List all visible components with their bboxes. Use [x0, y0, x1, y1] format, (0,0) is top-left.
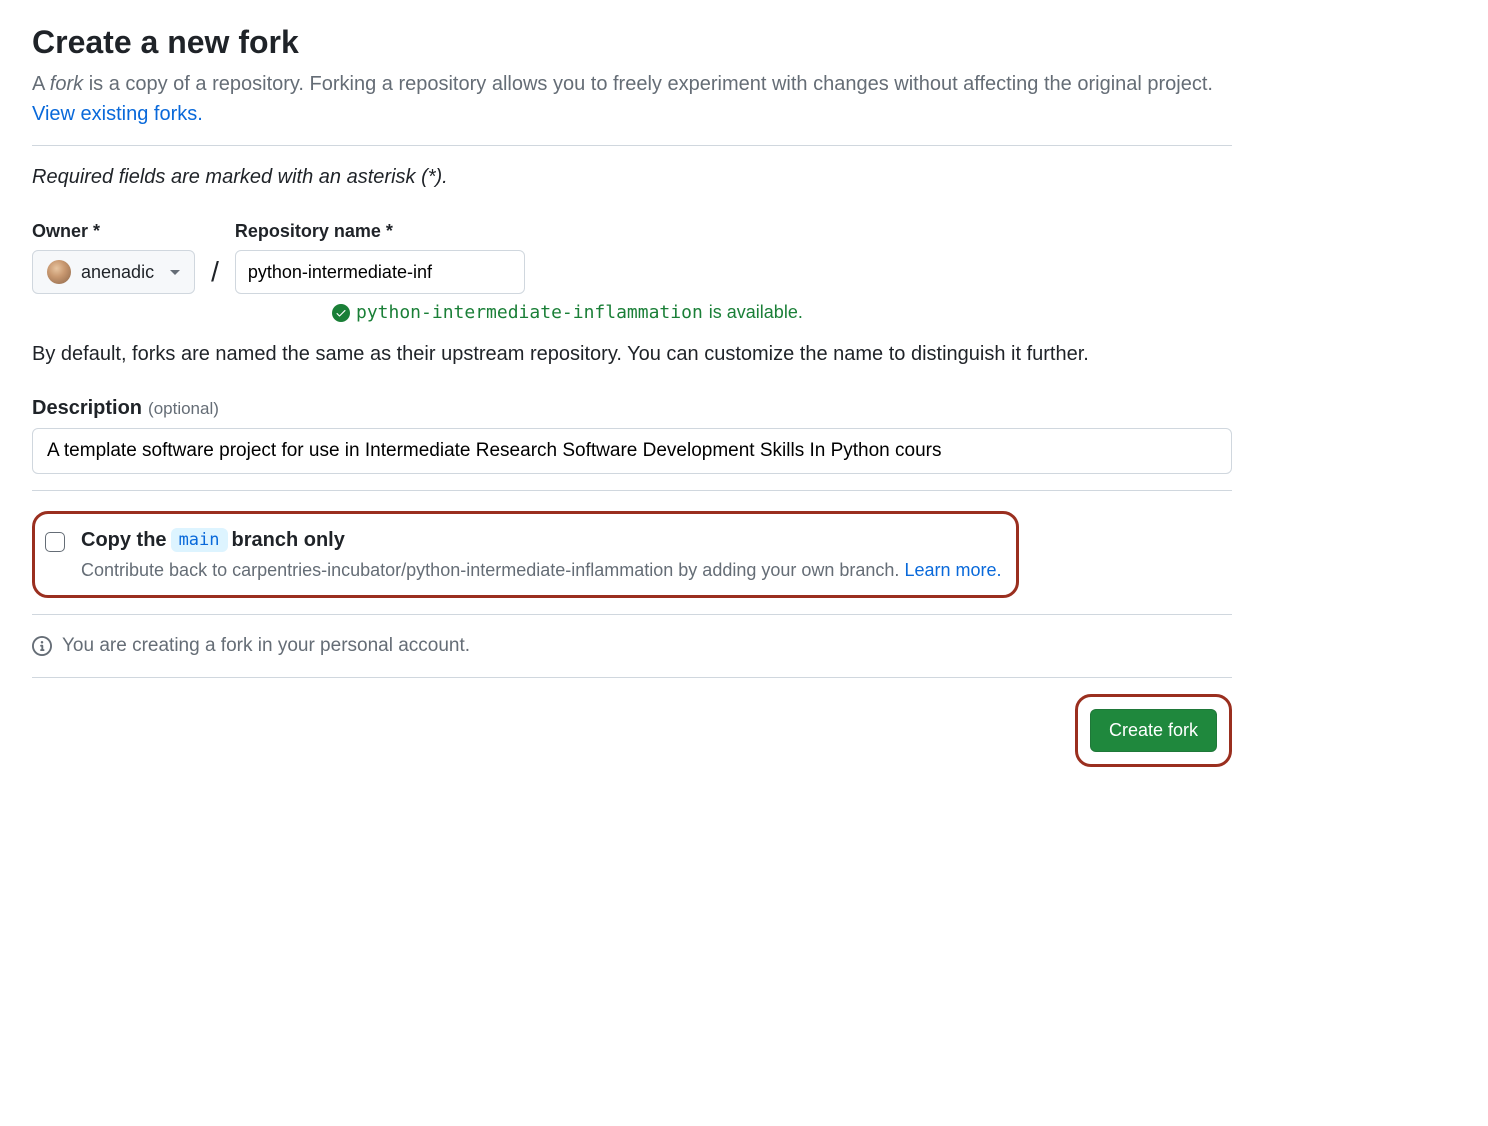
availability-repo-name: python-intermediate-inflammation — [356, 302, 703, 323]
create-fork-button[interactable]: Create fork — [1090, 709, 1217, 752]
required-fields-note: Required fields are marked with an aster… — [32, 166, 1232, 189]
fork-naming-help: By default, forks are named the same as … — [32, 339, 1232, 369]
divider — [32, 677, 1232, 678]
owner-label: Owner * — [32, 221, 195, 242]
branch-badge: main — [171, 528, 228, 552]
description-input[interactable] — [32, 428, 1232, 474]
divider — [32, 490, 1232, 491]
copy-branch-title: Copy the main branch only — [81, 528, 1002, 552]
view-existing-forks-link[interactable]: View existing forks. — [32, 103, 203, 125]
learn-more-link[interactable]: Learn more. — [904, 560, 1001, 580]
slash-separator: / — [207, 256, 223, 294]
copy-branch-section: Copy the main branch only Contribute bac… — [32, 511, 1019, 598]
page-title: Create a new fork — [32, 24, 1232, 61]
description-label: Description — [32, 397, 142, 420]
create-fork-highlight: Create fork — [1075, 694, 1232, 767]
owner-select[interactable]: anenadic — [32, 250, 195, 294]
owner-value: anenadic — [81, 262, 154, 283]
check-circle-icon — [332, 304, 350, 322]
divider — [32, 614, 1232, 615]
personal-account-info: You are creating a fork in your personal… — [32, 635, 1232, 657]
repo-name-input[interactable] — [235, 250, 525, 294]
copy-branch-subtitle: Contribute back to carpentries-incubator… — [81, 560, 1002, 581]
info-icon — [32, 636, 52, 656]
availability-status: is available. — [709, 302, 803, 323]
copy-main-branch-checkbox[interactable] — [45, 532, 65, 552]
caret-down-icon — [170, 270, 180, 275]
page-subtitle: A fork is a copy of a repository. Forkin… — [32, 69, 1232, 129]
avatar — [47, 260, 71, 284]
availability-message: python-intermediate-inflammation is avai… — [332, 302, 1232, 323]
divider — [32, 145, 1232, 146]
description-optional: (optional) — [148, 399, 219, 419]
repo-name-label: Repository name * — [235, 221, 525, 242]
